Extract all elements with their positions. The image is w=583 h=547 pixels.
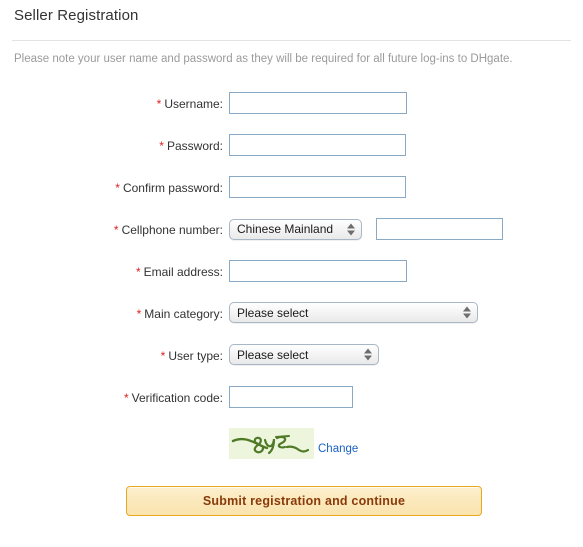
- label-main-category-text: Main category:: [144, 307, 223, 321]
- label-username-text: Username:: [164, 97, 223, 111]
- label-verification-code-text: Verification code:: [131, 391, 223, 405]
- field-email-address: [229, 260, 407, 282]
- required-asterisk: *: [160, 349, 166, 363]
- user-type-select[interactable]: Please select: [229, 344, 379, 365]
- form-row-email-address: * Email address:: [0, 260, 583, 302]
- username-input[interactable]: [229, 92, 407, 114]
- field-main-category: Please select: [229, 302, 478, 323]
- label-user-type-text: User type:: [168, 349, 223, 363]
- form-row-username: * Username:: [0, 92, 583, 134]
- captcha-group: Change: [229, 428, 358, 459]
- seller-registration-form: * Username: * Password: * Confirm password:…: [0, 92, 583, 516]
- label-confirm-password: * Confirm password:: [0, 181, 223, 195]
- required-asterisk: *: [159, 139, 164, 153]
- required-asterisk: *: [135, 265, 141, 279]
- required-asterisk: *: [123, 391, 129, 405]
- required-asterisk: *: [136, 307, 142, 321]
- label-main-category: * Main category:: [0, 307, 223, 321]
- field-password: [229, 134, 406, 156]
- chevron-updown-icon: [363, 347, 372, 362]
- chevron-updown-icon: [462, 305, 471, 320]
- cellphone-number-input[interactable]: [376, 218, 503, 240]
- page-title: Seller Registration: [14, 7, 139, 24]
- password-input[interactable]: [229, 134, 406, 156]
- form-row-confirm-password: * Confirm password:: [0, 176, 583, 218]
- required-asterisk: *: [113, 223, 119, 237]
- captcha-row: Change: [0, 428, 583, 472]
- label-email-address-text: Email address:: [143, 265, 223, 279]
- field-verification-code: [229, 386, 353, 408]
- form-row-main-category: * Main category: Please select: [0, 302, 583, 344]
- form-row-password: * Password:: [0, 134, 583, 176]
- required-asterisk: *: [156, 97, 162, 111]
- field-confirm-password: [229, 176, 406, 198]
- form-row-user-type: * User type: Please select: [0, 344, 583, 386]
- captcha-image: [229, 428, 314, 459]
- change-captcha-link[interactable]: Change: [318, 443, 358, 455]
- label-verification-code: * Verification code:: [0, 391, 223, 405]
- label-password-text: Password:: [166, 139, 223, 153]
- field-cellphone-number: Chinese Mainland: [229, 218, 503, 240]
- chevron-updown-icon: [346, 222, 355, 237]
- required-asterisk: *: [115, 181, 120, 195]
- main-category-select[interactable]: Please select: [229, 302, 478, 323]
- field-username: [229, 92, 407, 114]
- label-cellphone-number: * Cellphone number:: [0, 223, 223, 237]
- submit-registration-button[interactable]: Submit registration and continue: [126, 486, 482, 516]
- label-user-type: * User type:: [0, 349, 223, 363]
- country-select[interactable]: Chinese Mainland: [229, 218, 362, 240]
- country-select-value: Chinese Mainland: [237, 222, 334, 236]
- field-user-type: Please select: [229, 344, 379, 365]
- label-cellphone-number-text: Cellphone number:: [121, 223, 223, 237]
- header-divider: [12, 40, 571, 41]
- label-confirm-password-text: Confirm password:: [122, 181, 223, 195]
- label-username: * Username:: [0, 97, 223, 111]
- registration-notice: Please note your user name and password …: [14, 53, 513, 65]
- label-email-address: * Email address:: [0, 265, 223, 279]
- confirm-password-input[interactable]: [229, 176, 406, 198]
- user-type-select-value: Please select: [237, 347, 309, 362]
- form-row-cellphone-number: * Cellphone number: Chinese Mainland: [0, 218, 583, 260]
- submit-row: Submit registration and continue: [0, 472, 583, 516]
- main-category-select-value: Please select: [237, 305, 309, 320]
- verification-code-input[interactable]: [229, 386, 353, 408]
- label-password: * Password:: [0, 139, 223, 153]
- form-row-verification-code: * Verification code:: [0, 386, 583, 428]
- email-address-input[interactable]: [229, 260, 407, 282]
